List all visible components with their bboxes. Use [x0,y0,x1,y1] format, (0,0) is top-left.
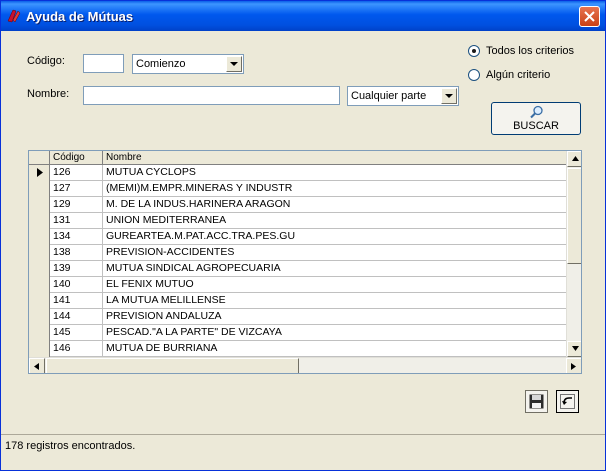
codigo-label: Código: [27,55,65,67]
header-indicator [29,151,50,165]
codigo-match-value: Comienzo [136,58,186,70]
table-row[interactable]: 141 LA MUTUA MELILLENSE [29,293,566,309]
row-indicator[interactable] [29,277,50,293]
cell-nombre[interactable]: PESCAD."A LA PARTE" DE VIZCAYA [103,325,566,341]
floppy-disk-icon [529,394,544,409]
cell-codigo[interactable]: 146 [50,341,103,357]
row-indicator[interactable] [29,165,50,181]
cell-codigo[interactable]: 144 [50,309,103,325]
cell-nombre[interactable]: (MEMI)M.EMPR.MINERAS Y INDUSTR [103,181,566,197]
radio-any-dot[interactable] [468,69,480,81]
app-icon [6,8,22,24]
scroll-down-button[interactable] [567,341,581,357]
results-grid[interactable]: Código Nombre 126 MUTUA CYCLOPS 127 (MEMI)M… [28,150,582,374]
table-row[interactable]: 129 M. DE LA INDUS.HARINERA ARAGON [29,197,566,213]
scroll-left-button[interactable] [29,358,45,373]
arrow-left-icon [34,363,39,370]
arrow-up-icon [572,156,579,161]
table-row[interactable]: 146 MUTUA DE BURRIANA [29,341,566,357]
cell-nombre[interactable]: MUTUA CYCLOPS [103,165,566,181]
cell-nombre[interactable]: PREVISION-ACCIDENTES [103,245,566,261]
cell-codigo[interactable]: 139 [50,261,103,277]
arrow-right-icon [571,363,576,370]
row-indicator[interactable] [29,197,50,213]
vertical-scrollbar[interactable] [566,151,581,357]
row-indicator[interactable] [29,245,50,261]
table-row[interactable]: 127 (MEMI)M.EMPR.MINERAS Y INDUSTR [29,181,566,197]
table-row[interactable]: 139 MUTUA SINDICAL AGROPECUARIA [29,261,566,277]
cell-nombre[interactable]: UNION MEDITERRANEA [103,213,566,229]
search-button-label: BUSCAR [513,120,559,132]
codigo-input[interactable] [83,54,124,73]
cell-nombre[interactable]: GUREARTEA.M.PAT.ACC.TRA.PES.GU [103,229,566,245]
scroll-right-button[interactable] [566,358,581,373]
cell-nombre[interactable]: LA MUTUA MELILLENSE [103,293,566,309]
nombre-input[interactable] [83,86,340,105]
codigo-match-dropdown-button[interactable] [226,56,242,72]
help-window: Ayuda de Mútuas Código: Comienzo Nombre:… [0,0,606,471]
magnifier-icon [530,105,543,119]
radio-any-label: Algún criterio [486,69,551,81]
table-row[interactable]: 134 GUREARTEA.M.PAT.ACC.TRA.PES.GU [29,229,566,245]
nombre-match-dropdown-button[interactable] [441,88,457,104]
table-row[interactable]: 138 PREVISION-ACCIDENTES [29,245,566,261]
window-title: Ayuda de Mútuas [26,9,134,24]
row-indicator[interactable] [29,229,50,245]
radio-all-label: Todos los criterios [486,45,575,57]
table-row[interactable]: 145 PESCAD."A LA PARTE" DE VIZCAYA [29,325,566,341]
cell-codigo[interactable]: 140 [50,277,103,293]
row-indicator[interactable] [29,213,50,229]
radio-all-criteria[interactable]: Todos los criterios [468,45,574,57]
nombre-match-value: Cualquier parte [351,90,427,102]
table-row[interactable]: 140 EL FENIX MUTUO [29,277,566,293]
cell-nombre[interactable]: EL FENIX MUTUO [103,277,566,293]
nombre-match-select[interactable]: Cualquier parte [347,86,459,106]
cell-codigo[interactable]: 131 [50,213,103,229]
cell-nombre[interactable]: MUTUA DE BURRIANA [103,341,566,357]
save-button[interactable] [525,390,548,413]
column-header-codigo[interactable]: Código [50,151,103,165]
vertical-scroll-thumb[interactable] [567,168,581,264]
nombre-label: Nombre: [27,88,70,100]
cell-codigo[interactable]: 127 [50,181,103,197]
column-header-nombre[interactable]: Nombre [103,151,566,165]
undo-arrow-icon [560,394,575,409]
horizontal-scrollbar[interactable] [29,357,581,373]
close-button[interactable] [579,6,600,27]
row-indicator[interactable] [29,261,50,277]
cell-codigo[interactable]: 138 [50,245,103,261]
cell-nombre[interactable]: PREVISION ANDALUZA [103,309,566,325]
status-text: 178 registros encontrados. [5,440,136,452]
chevron-down-icon [445,94,453,98]
table-row[interactable]: 126 MUTUA CYCLOPS [29,165,566,181]
current-row-arrow-icon [37,168,43,177]
row-indicator[interactable] [29,325,50,341]
cell-codigo[interactable]: 141 [50,293,103,309]
close-icon [584,11,595,22]
row-indicator[interactable] [29,309,50,325]
table-row[interactable]: 131 UNION MEDITERRANEA [29,213,566,229]
radio-all-dot[interactable] [468,45,480,57]
title-bar[interactable]: Ayuda de Mútuas [1,1,605,31]
status-bar: 178 registros encontrados. [1,434,605,470]
cell-codigo[interactable]: 126 [50,165,103,181]
cell-nombre[interactable]: MUTUA SINDICAL AGROPECUARIA [103,261,566,277]
cell-nombre[interactable]: M. DE LA INDUS.HARINERA ARAGON [103,197,566,213]
undo-button[interactable] [556,390,579,413]
row-indicator[interactable] [29,293,50,309]
cell-codigo[interactable]: 129 [50,197,103,213]
row-indicator[interactable] [29,181,50,197]
radio-any-criteria[interactable]: Algún criterio [468,69,550,81]
cell-codigo[interactable]: 134 [50,229,103,245]
scroll-up-button[interactable] [567,151,581,167]
cell-codigo[interactable]: 145 [50,325,103,341]
row-indicator[interactable] [29,341,50,357]
arrow-down-icon [572,346,579,351]
table-row[interactable]: 144 PREVISION ANDALUZA [29,309,566,325]
chevron-down-icon [230,62,238,66]
codigo-match-select[interactable]: Comienzo [132,54,244,74]
horizontal-scroll-thumb[interactable] [46,358,299,373]
search-button[interactable]: BUSCAR [491,102,581,135]
grid-header: Código Nombre [29,151,566,165]
